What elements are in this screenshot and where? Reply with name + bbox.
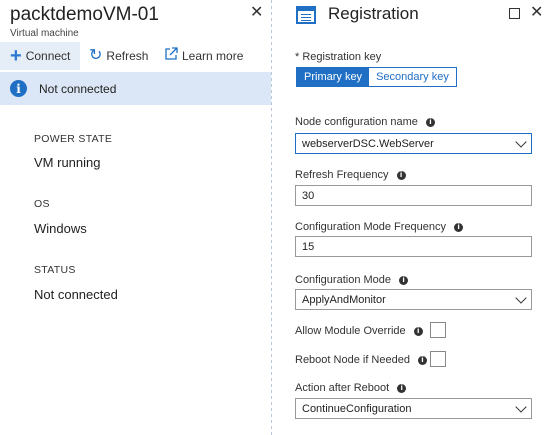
info-icon: i bbox=[10, 80, 27, 97]
config-mode-label-text: Configuration Mode bbox=[295, 274, 392, 286]
allow-module-override-label-text: Allow Module Override bbox=[295, 325, 406, 337]
connect-label: Connect bbox=[25, 49, 71, 63]
info-icon[interactable]: i bbox=[454, 222, 464, 232]
status-value: Not connected bbox=[34, 287, 118, 302]
action-after-reboot-label: Action after Reboot i bbox=[295, 382, 407, 394]
refresh-frequency-label: Refresh Frequency i bbox=[295, 169, 406, 181]
learn-more-label: Learn more bbox=[182, 49, 244, 63]
config-mode-value: ApplyAndMonitor bbox=[302, 293, 386, 306]
config-mode-frequency-label: Configuration Mode Frequency i bbox=[295, 221, 464, 233]
config-mode-frequency-value: 15 bbox=[302, 240, 315, 253]
action-after-reboot-value: ContinueConfiguration bbox=[302, 402, 412, 415]
registration-key-label-text: * Registration key bbox=[295, 51, 382, 63]
chevron-down-icon bbox=[515, 401, 527, 413]
config-mode-dropdown[interactable]: ApplyAndMonitor bbox=[295, 289, 532, 310]
node-config-value: webserverDSC.WebServer bbox=[302, 137, 434, 150]
action-after-reboot-dropdown[interactable]: ContinueConfiguration bbox=[295, 398, 532, 419]
chevron-down-icon bbox=[515, 136, 527, 148]
registration-key-toggle: Primary key Secondary key bbox=[296, 67, 457, 87]
maximize-icon[interactable] bbox=[509, 8, 520, 19]
external-link-icon bbox=[164, 47, 178, 65]
close-icon[interactable]: ✕ bbox=[530, 5, 543, 21]
registration-key-label: * Registration key bbox=[295, 51, 381, 63]
reboot-node-checkbox[interactable] bbox=[430, 351, 446, 367]
config-mode-frequency-label-text: Configuration Mode Frequency bbox=[295, 221, 447, 233]
node-config-label-text: Node configuration name bbox=[295, 116, 418, 128]
os-value: Windows bbox=[34, 221, 87, 236]
plus-icon: + bbox=[10, 45, 22, 67]
os-label: OS bbox=[34, 198, 50, 210]
reboot-node-label-text: Reboot Node if Needed bbox=[295, 354, 410, 366]
node-config-label: Node configuration name i bbox=[295, 116, 435, 128]
info-icon[interactable]: i bbox=[425, 117, 435, 127]
registration-icon bbox=[296, 6, 316, 24]
chevron-down-icon bbox=[515, 292, 527, 304]
info-icon[interactable]: i bbox=[417, 355, 427, 365]
connect-button[interactable]: + Connect bbox=[0, 42, 80, 70]
info-icon[interactable]: i bbox=[413, 326, 423, 336]
refresh-label: Refresh bbox=[106, 49, 149, 63]
action-after-reboot-label-text: Action after Reboot bbox=[295, 382, 390, 394]
vm-title: packtdemoVM-01 bbox=[10, 4, 159, 25]
power-state-value: VM running bbox=[34, 155, 101, 170]
banner-text: Not connected bbox=[39, 81, 117, 96]
reboot-node-label: Reboot Node if Needed i bbox=[295, 354, 427, 366]
status-label: STATUS bbox=[34, 264, 76, 276]
info-icon[interactable]: i bbox=[396, 170, 406, 180]
info-icon[interactable]: i bbox=[399, 275, 409, 285]
power-state-label: POWER STATE bbox=[34, 133, 113, 145]
vm-toolbar: + Connect ↻ Refresh Learn more bbox=[0, 42, 271, 70]
primary-key-button[interactable]: Primary key bbox=[297, 68, 370, 86]
vm-subtitle: Virtual machine bbox=[10, 28, 79, 39]
refresh-button[interactable]: ↻ Refresh bbox=[89, 42, 148, 70]
secondary-key-button[interactable]: Secondary key bbox=[369, 68, 456, 86]
registration-blade: Registration ✕ * Registration key Primar… bbox=[272, 0, 552, 435]
allow-module-override-label: Allow Module Override i bbox=[295, 325, 423, 337]
refresh-frequency-input[interactable]: 30 bbox=[295, 185, 532, 206]
refresh-icon: ↻ bbox=[89, 47, 103, 64]
refresh-frequency-label-text: Refresh Frequency bbox=[295, 169, 389, 181]
refresh-frequency-value: 30 bbox=[302, 189, 315, 202]
learn-more-button[interactable]: Learn more bbox=[164, 42, 243, 70]
close-icon[interactable]: ✕ bbox=[250, 5, 263, 21]
config-mode-label: Configuration Mode i bbox=[295, 274, 409, 286]
config-mode-frequency-input[interactable]: 15 bbox=[295, 236, 532, 257]
registration-title: Registration bbox=[328, 4, 419, 23]
allow-module-override-checkbox[interactable] bbox=[430, 322, 446, 338]
vm-blade: packtdemoVM-01 Virtual machine ✕ + Conne… bbox=[0, 0, 271, 435]
node-config-dropdown[interactable]: webserverDSC.WebServer bbox=[295, 133, 532, 154]
info-icon[interactable]: i bbox=[397, 383, 407, 393]
status-banner: i Not connected bbox=[0, 72, 271, 105]
